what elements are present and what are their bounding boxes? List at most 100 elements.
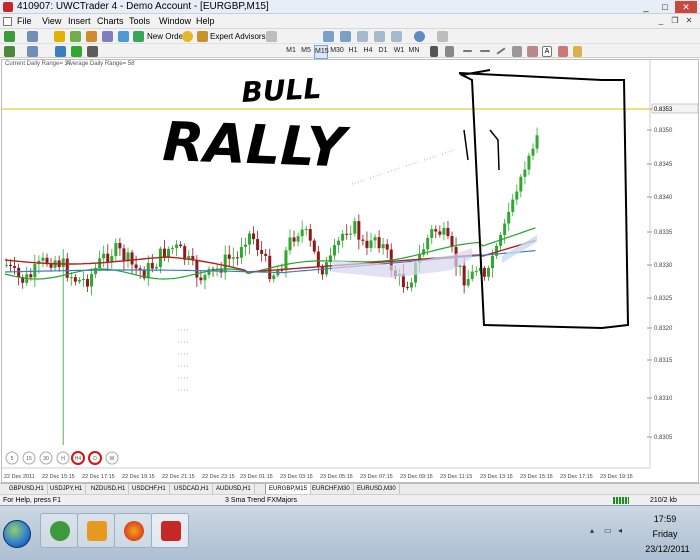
- new-chart-icon[interactable]: [4, 31, 15, 42]
- clock-day[interactable]: Friday: [640, 529, 690, 539]
- navigator-icon[interactable]: [86, 31, 97, 42]
- taskbar-outlook[interactable]: [77, 513, 115, 548]
- chart-minimize-button[interactable]: _: [656, 16, 666, 26]
- candle-body: [199, 277, 203, 281]
- chart-canvas[interactable]: 0.83550.83500.83450.83400.83350.83300.83…: [2, 60, 699, 483]
- chart-shift-icon[interactable]: [374, 31, 385, 42]
- crosshair-icon[interactable]: [445, 46, 454, 57]
- maximize-button[interactable]: □: [656, 1, 674, 13]
- menu-view[interactable]: View: [42, 15, 61, 28]
- price-label: 0.8345: [654, 162, 673, 168]
- menu-window[interactable]: Window: [159, 15, 191, 28]
- meta-editor-icon[interactable]: [182, 31, 193, 42]
- taskbar-firefox[interactable]: [114, 513, 152, 548]
- terminal-icon[interactable]: [102, 31, 113, 42]
- candle-body: [470, 271, 474, 280]
- candle-body: [73, 277, 77, 282]
- timeframe-d1[interactable]: D1: [376, 45, 390, 57]
- network-icon[interactable]: ▭: [604, 526, 613, 535]
- cursor-icon[interactable]: [430, 46, 438, 57]
- data-window-icon[interactable]: [70, 31, 81, 42]
- symbol-tabs: GBPUSD,H1 USDJPY,H1 NZDUSD,H1 USDCHF,H1 USDC…: [0, 483, 700, 495]
- text-label-icon[interactable]: [558, 46, 568, 57]
- tile-windows-icon[interactable]: [357, 31, 368, 42]
- current-daily-range-label: Current Daily Range= 37: [5, 61, 72, 67]
- chart-line-icon[interactable]: [87, 46, 98, 57]
- candle-body: [61, 258, 65, 268]
- menu-charts[interactable]: Charts: [97, 15, 124, 28]
- candle-body: [13, 266, 17, 268]
- taskbar-trader[interactable]: [151, 513, 189, 548]
- timeframe-m15[interactable]: M15: [314, 45, 329, 59]
- chart-candles-icon[interactable]: [71, 46, 82, 57]
- time-label: 22 Dec 17:15: [82, 474, 115, 480]
- system-tray: ▴ ▭ ◂: [590, 526, 635, 538]
- new-order-button[interactable]: New Order: [147, 30, 186, 43]
- status-bar: For Help, press F1 3 Sma Trend FXMajors …: [0, 494, 700, 505]
- trendline-icon[interactable]: [496, 47, 506, 55]
- text-tool-icon[interactable]: A: [542, 46, 552, 57]
- price-chart[interactable]: 0.83550.83500.83450.83400.83350.83300.83…: [1, 59, 699, 483]
- arrows-icon[interactable]: [573, 46, 582, 57]
- candle-body: [86, 279, 89, 287]
- candle-body: [361, 239, 365, 241]
- timeframe-h4[interactable]: H4: [361, 45, 375, 57]
- candle-body: [515, 191, 519, 200]
- chart-restore-button[interactable]: ❐: [670, 16, 680, 26]
- candle-body: [102, 253, 106, 259]
- vertical-line-icon[interactable]: [463, 50, 472, 52]
- horizontal-line-icon[interactable]: [480, 50, 490, 52]
- timeframe-w1[interactable]: W1: [392, 45, 406, 57]
- chart-close-button[interactable]: ✕: [684, 16, 694, 26]
- menu-help[interactable]: Help: [196, 15, 215, 28]
- menu-tools[interactable]: Tools: [129, 15, 150, 28]
- new-order-icon[interactable]: [133, 31, 144, 42]
- templates-icon[interactable]: [437, 31, 448, 42]
- timeframe-m1[interactable]: M1: [284, 45, 298, 57]
- market-watch-icon[interactable]: [54, 31, 65, 42]
- candle-body: [365, 240, 369, 248]
- outlook-icon: [87, 521, 107, 541]
- show-hidden-icons-icon[interactable]: ▴: [590, 526, 599, 535]
- expert-advisors-icon[interactable]: [197, 31, 208, 42]
- start-button[interactable]: [3, 520, 31, 548]
- current-price-label: 0.8353: [654, 107, 673, 113]
- price-label: 0.8320: [654, 326, 673, 332]
- menu-insert[interactable]: Insert: [68, 15, 91, 28]
- minimize-button[interactable]: _: [637, 1, 655, 13]
- candle-body: [466, 279, 470, 286]
- clock-time[interactable]: 17:59: [640, 514, 690, 524]
- time-label: 23 Dec 05:15: [320, 474, 353, 480]
- save-icon[interactable]: [27, 46, 38, 57]
- close-button[interactable]: ✕: [675, 1, 697, 13]
- price-label: 0.8325: [654, 296, 673, 302]
- hand-drawn-stroke: [463, 129, 500, 171]
- fibonacci-icon[interactable]: [527, 46, 538, 57]
- strategy-tester-icon[interactable]: [118, 31, 129, 42]
- taskbar-utorrent[interactable]: [40, 513, 78, 548]
- expert-advisors-button[interactable]: Expert Advisors: [210, 30, 266, 43]
- volume-icon[interactable]: ◂: [618, 526, 627, 535]
- timeframe-m30[interactable]: M30: [330, 45, 344, 57]
- candle-body: [458, 265, 462, 267]
- autoscroll-icon[interactable]: [391, 31, 402, 42]
- chart-window-icon[interactable]: [3, 17, 12, 26]
- profiles-icon[interactable]: [27, 31, 38, 42]
- zoom-out-icon[interactable]: [340, 31, 351, 42]
- clock-date[interactable]: 23/12/2011: [640, 544, 695, 554]
- zoom-in-icon[interactable]: [323, 31, 334, 42]
- timeframe-m5[interactable]: M5: [299, 45, 313, 57]
- candle-body: [9, 264, 13, 267]
- menu-file[interactable]: File: [17, 15, 32, 28]
- candle-body: [175, 244, 179, 248]
- indicators-icon[interactable]: [414, 31, 425, 42]
- add-chart-icon[interactable]: [4, 46, 15, 57]
- candle-body: [337, 240, 341, 246]
- timeframe-h1[interactable]: H1: [346, 45, 360, 57]
- chart-bars-icon[interactable]: [55, 46, 66, 57]
- equidistant-channel-icon[interactable]: [512, 46, 522, 57]
- periodicity-icon[interactable]: [266, 31, 277, 42]
- candle-body: [491, 255, 494, 269]
- candle-body: [373, 237, 377, 241]
- timeframe-mn[interactable]: MN: [407, 45, 421, 57]
